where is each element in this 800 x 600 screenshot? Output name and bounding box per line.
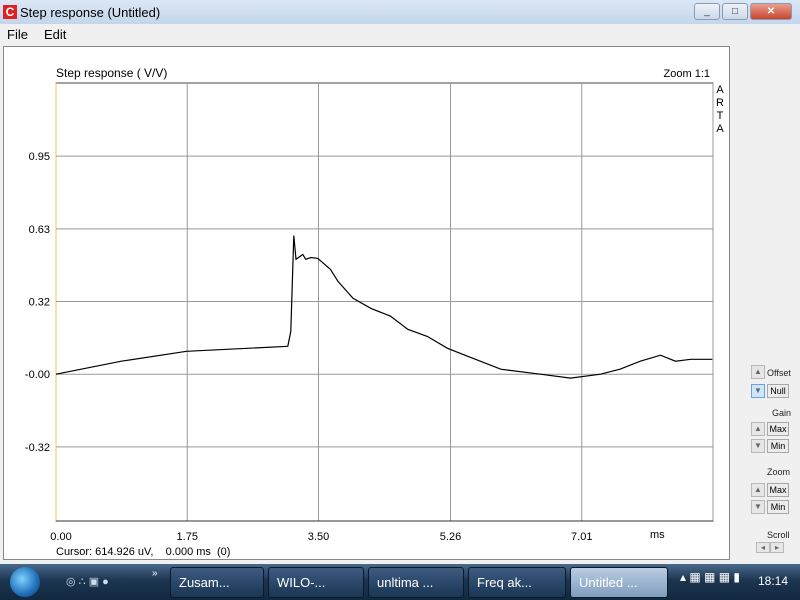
taskbar-button-untitled[interactable]: Untitled ... bbox=[570, 567, 668, 598]
x-tick-label: 7.01 bbox=[571, 531, 592, 543]
taskbar-label: unltima ... bbox=[377, 575, 434, 590]
menu-bar: File Edit bbox=[0, 24, 800, 44]
null-button[interactable]: Null bbox=[767, 384, 789, 398]
chevron-more-icon[interactable]: » bbox=[152, 568, 158, 579]
zoom-down-button[interactable]: ▼ bbox=[751, 500, 765, 514]
gain-label: Gain bbox=[772, 408, 792, 418]
close-button[interactable]: ✕ bbox=[750, 3, 792, 20]
brand-letter-r: R bbox=[716, 97, 724, 109]
gain-up-button[interactable]: ▲ bbox=[751, 422, 765, 436]
taskbar-label: WILO-... bbox=[277, 575, 326, 590]
y-tick-label: 0.32 bbox=[29, 297, 50, 309]
y-tick-label: 0.63 bbox=[29, 224, 50, 236]
gain-min-button[interactable]: Min bbox=[767, 439, 789, 453]
scroll-label: Scroll bbox=[767, 530, 790, 540]
maximize-button[interactable]: □ bbox=[722, 3, 748, 20]
brand-letter-a2: A bbox=[716, 123, 724, 135]
step-response-chart[interactable]: Step response ( V/V) Zoom 1:1 A R T A ms… bbox=[4, 47, 731, 561]
taskbar-button-zusam[interactable]: Zusam... bbox=[170, 567, 264, 598]
scroll-left-button[interactable]: ◂ bbox=[756, 542, 770, 553]
tray-icons[interactable]: ▴ ▦ ▦ ▦ ▮ bbox=[680, 570, 740, 584]
brand-letter-t: T bbox=[717, 110, 724, 122]
x-unit-label: ms bbox=[650, 529, 665, 541]
y-tick-label: 0.95 bbox=[29, 151, 50, 163]
scroll-right-button[interactable]: ▸ bbox=[770, 542, 784, 553]
quick-launch-icons[interactable]: ◎ ∴ ▣ ● bbox=[66, 575, 109, 588]
brand-letter-a: A bbox=[716, 84, 724, 96]
control-panel: ▲ Offset ▼ Null Gain ▲ Max ▼ Min Zoom ▲ … bbox=[733, 46, 800, 560]
x-tick-label: 3.50 bbox=[308, 531, 329, 543]
gain-down-button[interactable]: ▼ bbox=[751, 439, 765, 453]
taskbar-label: Zusam... bbox=[179, 575, 230, 590]
zoom-indicator: Zoom 1:1 bbox=[664, 68, 710, 80]
zoom-min-button[interactable]: Min bbox=[767, 500, 789, 514]
x-tick-label: 5.26 bbox=[440, 531, 461, 543]
zoom-max-button[interactable]: Max bbox=[767, 483, 789, 497]
gain-max-button[interactable]: Max bbox=[767, 422, 789, 436]
graph-panel[interactable]: Step response ( V/V) Zoom 1:1 A R T A ms… bbox=[3, 46, 730, 560]
clock[interactable]: 18:14 bbox=[758, 574, 788, 588]
arta-app-icon: C bbox=[3, 5, 17, 19]
taskbar-button-freq[interactable]: Freq ak... bbox=[468, 567, 566, 598]
offset-down-button[interactable]: ▼ bbox=[751, 384, 765, 398]
zoom-label: Zoom bbox=[767, 467, 791, 477]
y-tick-label: -0.32 bbox=[25, 442, 50, 454]
title-bar: C Step response (Untitled) _ □ ✕ bbox=[0, 0, 800, 24]
x-tick-label: 0.00 bbox=[50, 531, 71, 543]
offset-up-button[interactable]: ▲ bbox=[751, 365, 765, 379]
chart-title: Step response ( V/V) bbox=[56, 66, 167, 80]
taskbar-button-wilo[interactable]: WILO-... bbox=[268, 567, 364, 598]
taskbar-label: Untitled ... bbox=[579, 575, 638, 590]
minimize-button[interactable]: _ bbox=[694, 3, 720, 20]
taskbar-button-unltima[interactable]: unltima ... bbox=[368, 567, 464, 598]
x-tick-label: 1.75 bbox=[177, 531, 198, 543]
menu-edit[interactable]: Edit bbox=[44, 27, 66, 42]
cursor-readout: Cursor: 614.926 uV, 0.000 ms (0) bbox=[56, 546, 230, 558]
start-button[interactable] bbox=[10, 567, 40, 597]
offset-label: Offset bbox=[767, 368, 791, 378]
taskbar-label: Freq ak... bbox=[477, 575, 532, 590]
window-title: Step response (Untitled) bbox=[20, 4, 161, 20]
taskbar: ◎ ∴ ▣ ● » Zusam... WILO-... unltima ... … bbox=[0, 564, 800, 600]
y-tick-label: -0.00 bbox=[25, 369, 50, 381]
step-response-line bbox=[55, 235, 713, 379]
menu-file[interactable]: File bbox=[7, 27, 28, 42]
zoom-up-button[interactable]: ▲ bbox=[751, 483, 765, 497]
